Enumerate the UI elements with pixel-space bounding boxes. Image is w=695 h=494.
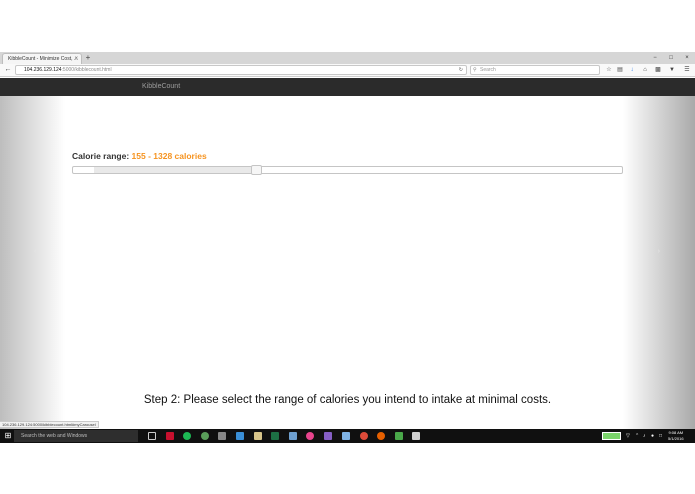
home-icon[interactable]: ⌂	[641, 66, 649, 74]
bookmarks-list-icon[interactable]: ▤	[616, 66, 624, 74]
network-icon[interactable]: ●	[651, 431, 654, 441]
chat-icon[interactable]: ▩	[654, 66, 662, 74]
tab-strip: KibbleCount - Minimize Cost, ... × + − □…	[0, 52, 695, 64]
screen: KibbleCount - Minimize Cost, ... × + − □…	[0, 0, 695, 494]
media-app-icon[interactable]	[218, 432, 226, 440]
chrome-icon[interactable]	[360, 432, 368, 440]
tab-title: KibbleCount - Minimize Cost, ...	[8, 56, 79, 62]
download-icon[interactable]: ↓	[628, 66, 636, 74]
volume-icon[interactable]: ♪	[643, 431, 646, 441]
calorie-range-value: 155 - 1328 calories	[131, 151, 207, 161]
blue-app-icon[interactable]	[236, 432, 244, 440]
visual-studio-icon[interactable]	[324, 432, 332, 440]
taskbar-search-input[interactable]: Search the web and Windows	[14, 430, 138, 442]
carousel-right-control[interactable]: ›	[623, 96, 695, 429]
excel-icon[interactable]	[271, 432, 279, 440]
browser-tab[interactable]: KibbleCount - Minimize Cost, ... ×	[2, 53, 82, 64]
close-window-button[interactable]: ×	[679, 52, 695, 64]
spotify-icon[interactable]	[183, 432, 191, 440]
chevron-left-icon: ‹	[34, 248, 37, 255]
search-placeholder: Search	[480, 67, 496, 73]
tab-close-icon[interactable]: ×	[74, 54, 78, 64]
red-app-icon[interactable]	[166, 432, 174, 440]
taskbar-clock[interactable]: 9:08 AM 5/1/2016	[668, 430, 684, 442]
below-screen-area	[0, 443, 695, 494]
task-view-icon[interactable]	[148, 432, 156, 440]
calorie-range-slider[interactable]	[72, 165, 623, 175]
calorie-label-text: Calorie range:	[72, 151, 132, 161]
slider-selected-range	[94, 167, 256, 173]
calorie-range-label: Calorie range: 155 - 1328 calories	[72, 151, 207, 161]
back-arrow-icon[interactable]: ←	[3, 65, 13, 75]
notifications-icon[interactable]: □	[659, 431, 662, 441]
url-host: 104.236.129.124	[24, 67, 62, 73]
file-explorer-icon[interactable]	[254, 432, 262, 440]
slider-max-handle[interactable]	[250, 165, 262, 175]
brand-link[interactable]: KibbleCount	[142, 78, 180, 96]
nav-bar: ← 104.236.129.124:5000/kibblecount.html …	[0, 64, 695, 77]
app-header: KibbleCount	[0, 78, 695, 96]
unity-icon[interactable]	[342, 432, 350, 440]
chevron-right-icon: ›	[657, 248, 660, 255]
menu-icon[interactable]: ☰	[683, 66, 691, 74]
taskbar: ⊞ Search the web and Windows ▽ ⌃ ♪ ● □ 9…	[0, 429, 695, 443]
firefox-icon[interactable]	[377, 432, 385, 440]
app-icon[interactable]	[289, 432, 297, 440]
green-app-icon[interactable]	[201, 432, 209, 440]
tray-arrow-icon[interactable]: ⌃	[635, 431, 639, 441]
carousel: ‹ › Calorie range: 155 - 1328 calories S…	[0, 96, 695, 429]
other-app-icon[interactable]	[412, 432, 420, 440]
pocket-icon[interactable]: ▼	[668, 66, 676, 74]
status-url: 104.236.129.124:5000/kibblecount.html#my…	[0, 421, 99, 428]
url-path: :5000/kibblecount.html	[61, 67, 112, 73]
search-icon: ⚲	[473, 67, 477, 73]
minimize-button[interactable]: −	[647, 52, 663, 64]
carousel-left-control[interactable]: ‹	[0, 96, 65, 429]
bookmark-star-icon[interactable]: ☆	[605, 66, 613, 74]
clock-date: 5/1/2016	[668, 436, 684, 441]
battery-icon[interactable]	[602, 432, 621, 440]
microphone-icon[interactable]: ▽	[626, 431, 630, 441]
step-caption: Step 2: Please select the range of calor…	[143, 394, 552, 406]
url-bar[interactable]: 104.236.129.124:5000/kibblecount.html ↻	[15, 65, 467, 75]
terminal-icon[interactable]	[395, 432, 403, 440]
search-bar[interactable]: ⚲ Search	[470, 65, 600, 75]
itunes-icon[interactable]	[306, 432, 314, 440]
new-tab-button[interactable]: +	[84, 52, 92, 64]
windows-start-icon[interactable]: ⊞	[3, 431, 13, 441]
reload-icon[interactable]: ↻	[459, 66, 463, 74]
maximize-button[interactable]: □	[663, 52, 679, 64]
